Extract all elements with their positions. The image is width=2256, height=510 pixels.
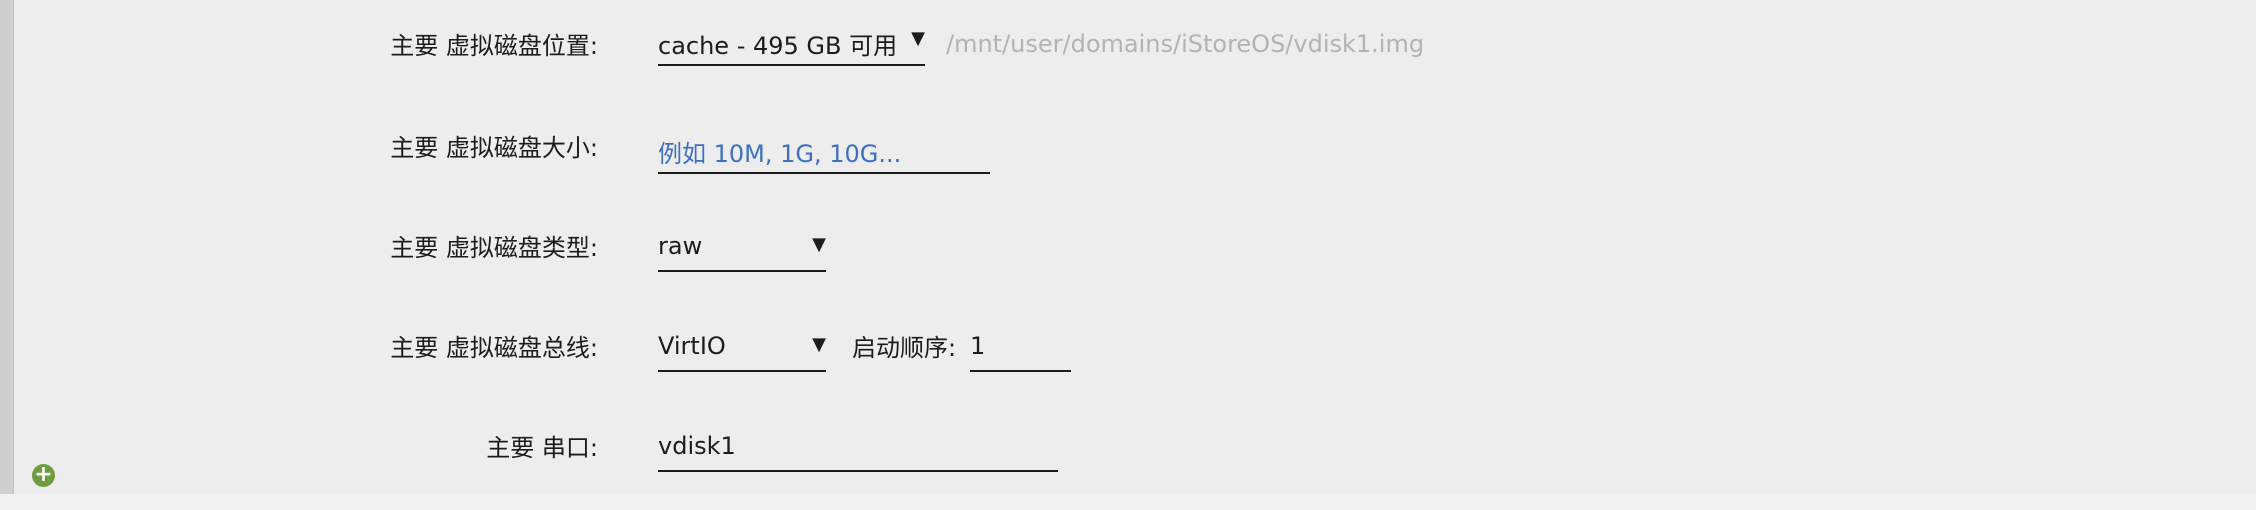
disk-bus-select[interactable]: VirtIO ▼: [658, 326, 826, 372]
dropdown-arrow-icon: ▼: [812, 234, 826, 255]
disk-location-label: 主要 虚拟磁盘位置:: [390, 32, 598, 60]
add-disk-button[interactable]: +: [32, 464, 55, 487]
disk-type-select[interactable]: raw ▼: [658, 226, 826, 272]
disk-type-value: raw: [658, 232, 703, 260]
plus-icon: +: [34, 462, 53, 487]
disk-size-input[interactable]: 例如 10M, 1G, 10G...: [658, 128, 990, 174]
disk-serial-label: 主要 串口:: [486, 434, 598, 462]
bottom-strip: [0, 494, 2256, 510]
disk-location-select[interactable]: cache - 495 GB 可用 ▼: [658, 20, 925, 66]
dropdown-arrow-icon: ▼: [911, 28, 925, 49]
boot-order-input[interactable]: 1: [970, 326, 1071, 372]
disk-bus-value: VirtIO: [658, 332, 726, 360]
boot-order-value: 1: [970, 332, 986, 360]
disk-serial-input[interactable]: vdisk1: [658, 426, 1058, 472]
disk-path-text: /mnt/user/domains/iStoreOS/vdisk1.img: [946, 30, 1425, 58]
disk-size-label: 主要 虚拟磁盘大小:: [390, 134, 598, 162]
disk-serial-value: vdisk1: [658, 432, 736, 460]
disk-bus-label: 主要 虚拟磁盘总线:: [390, 334, 598, 362]
disk-type-label: 主要 虚拟磁盘类型:: [390, 234, 598, 262]
left-rail: [0, 0, 14, 494]
boot-order-label: 启动顺序:: [852, 334, 957, 362]
disk-location-value: cache - 495 GB 可用: [658, 32, 898, 60]
disk-size-placeholder: 例如 10M, 1G, 10G...: [658, 140, 902, 168]
dropdown-arrow-icon: ▼: [812, 334, 826, 355]
